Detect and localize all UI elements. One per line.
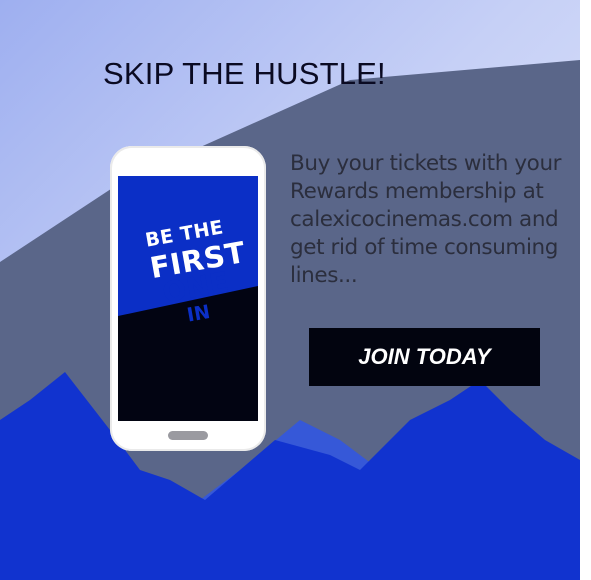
phone-promo-text: BE THE FIRST ONE IN: [144, 215, 256, 330]
promo-banner: SKIP THE HUSTLE! BE THE FIRST ONE IN Buy…: [0, 0, 580, 580]
phone-screen: BE THE FIRST ONE IN: [118, 176, 258, 421]
headline: SKIP THE HUSTLE!: [103, 56, 386, 91]
description-text: Buy your tickets with your Rewards membe…: [290, 151, 562, 288]
phone-illustration: BE THE FIRST ONE IN: [110, 146, 266, 451]
join-today-button[interactable]: JOIN TODAY: [309, 328, 540, 386]
phone-home-button: [168, 431, 208, 440]
